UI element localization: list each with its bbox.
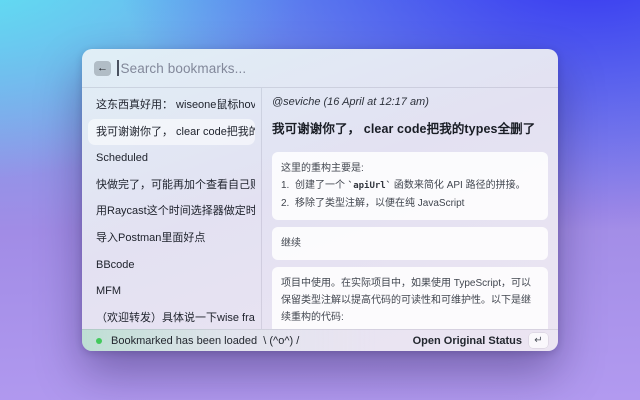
list-item[interactable]: 快做完了，可能再加个查看自己贴文的...: [88, 172, 255, 199]
list-item[interactable]: 导入Postman里面好点: [88, 225, 255, 252]
card2-text: 继续: [281, 238, 301, 249]
card3-text: 项目中使用。在实际项目中，如果使用 TypeScript，可以保留类型注解以提高…: [281, 278, 531, 323]
status-bar: Bookmarked has been loaded \ (^o^) / Ope…: [82, 329, 558, 351]
inline-code: `apiUrl`: [348, 181, 391, 191]
markdown-block-3: 项目中使用。在实际项目中，如果使用 TypeScript，可以保留类型注解以提高…: [272, 267, 548, 329]
status-message: Bookmarked has been loaded \ (^o^) /: [111, 335, 299, 347]
card1-list-item-2: 2. 移除了类型注解，以便在纯 JavaScript: [281, 195, 539, 212]
list-item[interactable]: 这东西真好用： wiseone鼠标hover到...: [88, 92, 255, 119]
action-label: Open Original Status: [413, 335, 522, 347]
markdown-block-2: 继续: [272, 227, 548, 260]
card1-intro: 这里的重构主要是:: [281, 160, 539, 177]
list-item-selected[interactable]: 我可谢谢你了， clear code把我的type...: [88, 119, 255, 146]
list-item[interactable]: BBcode: [88, 252, 255, 279]
search-input[interactable]: Search bookmarks...: [121, 61, 247, 76]
back-arrow-icon: ←: [97, 62, 108, 74]
open-original-status-button[interactable]: Open Original Status ↵: [413, 333, 548, 348]
card1-list-item-1: 1. 创建了一个 `apiUrl` 函数来简化 API 路径的拼接。: [281, 177, 539, 195]
status-dot-icon: [96, 338, 102, 344]
list-text: 移除了类型注解，以便在纯 JavaScript: [295, 195, 464, 212]
status-author-line: @seviche (16 April at 12:17 am): [272, 96, 548, 108]
bookmark-list: 这东西真好用： wiseone鼠标hover到... 我可谢谢你了， clear…: [82, 88, 262, 329]
list-item[interactable]: （欢迎转发）具体说一下wise fraud让...: [88, 305, 255, 329]
raycast-window: ← Search bookmarks... 这东西真好用： wiseone鼠标h…: [82, 49, 558, 351]
detail-pane: @seviche (16 April at 12:17 am) 我可谢谢你了， …: [262, 88, 558, 329]
enter-key-icon: ↵: [529, 333, 548, 348]
list-marker: 1.: [281, 177, 295, 195]
list-item[interactable]: MFM: [88, 278, 255, 305]
back-button[interactable]: ←: [94, 61, 111, 76]
list-marker: 2.: [281, 195, 295, 212]
main-content: 这东西真好用： wiseone鼠标hover到... 我可谢谢你了， clear…: [82, 88, 558, 329]
status-title: 我可谢谢你了， clear code把我的types全删了: [272, 118, 548, 137]
markdown-block-1: 这里的重构主要是: 1. 创建了一个 `apiUrl` 函数来简化 API 路径…: [272, 152, 548, 220]
text-cursor: [117, 60, 119, 76]
list-item[interactable]: Scheduled: [88, 145, 255, 172]
search-bar: ← Search bookmarks...: [82, 49, 558, 88]
list-item[interactable]: 用Raycast这个时间选择器做定时很方...: [88, 198, 255, 225]
list-text: 创建了一个 `apiUrl` 函数来简化 API 路径的拼接。: [295, 177, 526, 195]
